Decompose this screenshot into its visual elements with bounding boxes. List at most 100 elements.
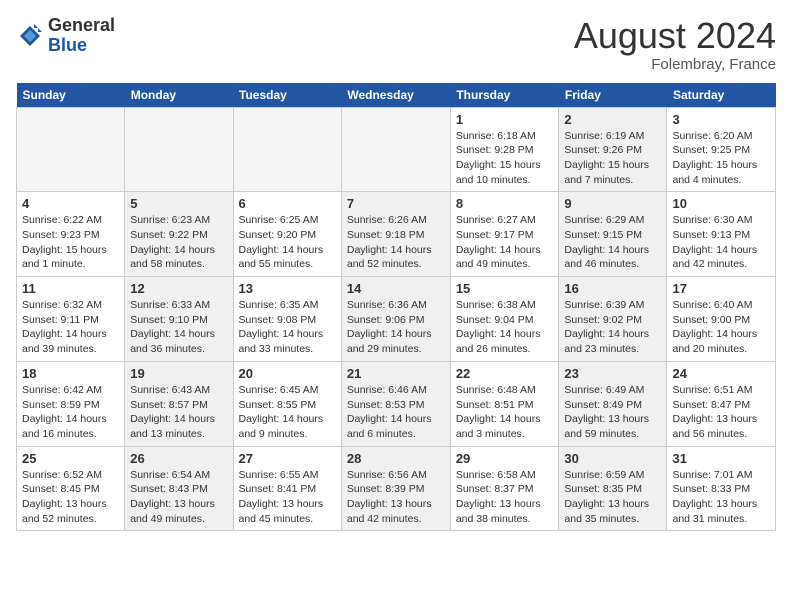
day-info: Sunrise: 6:36 AM Sunset: 9:06 PM Dayligh… <box>347 298 445 357</box>
calendar-cell: 7 Sunrise: 6:26 AM Sunset: 9:18 PM Daylig… <box>341 192 450 277</box>
weekday-header-tuesday: Tuesday <box>233 83 341 108</box>
day-number: 3 <box>672 112 770 127</box>
day-number: 29 <box>456 451 554 466</box>
calendar-cell: 30Sunrise: 6:59 AM Sunset: 8:35 PM Dayli… <box>559 446 667 531</box>
calendar-week-5: 25 Sunrise: 6:52 AM Sunset: 8:45 PM Dayli… <box>17 446 776 531</box>
location-subtitle: Folembray, France <box>574 56 776 73</box>
day-number: 10 <box>672 196 770 211</box>
day-info: Sunrise: 6:32 AM Sunset: 9:11 PM Dayligh… <box>22 298 119 357</box>
day-info: Sunrise: 6:23 AM Sunset: 9:22 PM Dayligh… <box>130 213 227 272</box>
day-number: 2 <box>564 112 661 127</box>
calendar-cell <box>17 107 125 192</box>
day-number: 21 <box>347 366 445 381</box>
day-number: 12 <box>130 281 227 296</box>
day-number: 16 <box>564 281 661 296</box>
day-number: 28 <box>347 451 445 466</box>
calendar-cell: 14 Sunrise: 6:36 AM Sunset: 9:06 PM Dayli… <box>341 277 450 362</box>
calendar-cell: 13 Sunrise: 6:35 AM Sunset: 9:08 PM Dayli… <box>233 277 341 362</box>
day-number: 17 <box>672 281 770 296</box>
calendar-cell: 1 Sunrise: 6:18 AM Sunset: 9:28 PM Daylig… <box>450 107 559 192</box>
calendar-week-1: 1 Sunrise: 6:18 AM Sunset: 9:28 PM Daylig… <box>17 107 776 192</box>
month-year-title: August 2024 <box>574 16 776 56</box>
day-number: 7 <box>347 196 445 211</box>
calendar-cell: 28 Sunrise: 6:56 AM Sunset: 8:39 PM Dayli… <box>341 446 450 531</box>
calendar-cell: 23 Sunrise: 6:49 AM Sunset: 8:49 PM Dayli… <box>559 361 667 446</box>
day-info: Sunrise: 6:51 AM Sunset: 8:47 PM Dayligh… <box>672 383 770 442</box>
calendar-cell <box>125 107 233 192</box>
calendar-cell: 25 Sunrise: 6:52 AM Sunset: 8:45 PM Dayli… <box>17 446 125 531</box>
weekday-header-saturday: Saturday <box>667 83 776 108</box>
day-number: 15 <box>456 281 554 296</box>
logo-blue-text: Blue <box>48 35 87 55</box>
day-number: 23 <box>564 366 661 381</box>
calendar-cell: 16 Sunrise: 6:39 AM Sunset: 9:02 PM Dayli… <box>559 277 667 362</box>
day-number: 22 <box>456 366 554 381</box>
day-info: Sunrise: 6:54 AM Sunset: 8:43 PM Dayligh… <box>130 468 227 527</box>
calendar-cell: 15 Sunrise: 6:38 AM Sunset: 9:04 PM Dayli… <box>450 277 559 362</box>
day-info: Sunrise: 6:38 AM Sunset: 9:04 PM Dayligh… <box>456 298 554 357</box>
logo-general-text: General <box>48 15 115 35</box>
calendar-table: SundayMondayTuesdayWednesdayThursdayFrid… <box>16 83 776 532</box>
day-info: Sunrise: 6:56 AM Sunset: 8:39 PM Dayligh… <box>347 468 445 527</box>
calendar-week-4: 18 Sunrise: 6:42 AM Sunset: 8:59 PM Dayli… <box>17 361 776 446</box>
day-number: 26 <box>130 451 227 466</box>
day-info: Sunrise: 6:33 AM Sunset: 9:10 PM Dayligh… <box>130 298 227 357</box>
day-info: Sunrise: 6:52 AM Sunset: 8:45 PM Dayligh… <box>22 468 119 527</box>
day-info: Sunrise: 6:22 AM Sunset: 9:23 PM Dayligh… <box>22 213 119 272</box>
calendar-cell: 3 Sunrise: 6:20 AM Sunset: 9:25 PM Daylig… <box>667 107 776 192</box>
day-info: Sunrise: 6:39 AM Sunset: 9:02 PM Dayligh… <box>564 298 661 357</box>
calendar-week-3: 11 Sunrise: 6:32 AM Sunset: 9:11 PM Dayli… <box>17 277 776 362</box>
day-number: 31 <box>672 451 770 466</box>
day-number: 30 <box>564 451 661 466</box>
day-number: 14 <box>347 281 445 296</box>
calendar-cell: 24Sunrise: 6:51 AM Sunset: 8:47 PM Dayli… <box>667 361 776 446</box>
day-number: 1 <box>456 112 554 127</box>
logo-icon <box>16 22 44 50</box>
day-info: Sunrise: 6:27 AM Sunset: 9:17 PM Dayligh… <box>456 213 554 272</box>
day-info: Sunrise: 6:35 AM Sunset: 9:08 PM Dayligh… <box>239 298 336 357</box>
calendar-cell: 11 Sunrise: 6:32 AM Sunset: 9:11 PM Dayli… <box>17 277 125 362</box>
day-number: 5 <box>130 196 227 211</box>
calendar-cell: 22Sunrise: 6:48 AM Sunset: 8:51 PM Dayli… <box>450 361 559 446</box>
calendar-cell: 8 Sunrise: 6:27 AM Sunset: 9:17 PM Daylig… <box>450 192 559 277</box>
weekday-header-monday: Monday <box>125 83 233 108</box>
page-header: General Blue August 2024 Folembray, Fran… <box>16 16 776 73</box>
day-number: 13 <box>239 281 336 296</box>
calendar-cell: 27Sunrise: 6:55 AM Sunset: 8:41 PM Dayli… <box>233 446 341 531</box>
day-info: Sunrise: 7:01 AM Sunset: 8:33 PM Dayligh… <box>672 468 770 527</box>
day-info: Sunrise: 6:58 AM Sunset: 8:37 PM Dayligh… <box>456 468 554 527</box>
calendar-cell: 26 Sunrise: 6:54 AM Sunset: 8:43 PM Dayli… <box>125 446 233 531</box>
calendar-cell: 6Sunrise: 6:25 AM Sunset: 9:20 PM Daylig… <box>233 192 341 277</box>
day-number: 25 <box>22 451 119 466</box>
calendar-cell: 4 Sunrise: 6:22 AM Sunset: 9:23 PM Daylig… <box>17 192 125 277</box>
day-info: Sunrise: 6:46 AM Sunset: 8:53 PM Dayligh… <box>347 383 445 442</box>
weekday-header-friday: Friday <box>559 83 667 108</box>
calendar-cell: 18 Sunrise: 6:42 AM Sunset: 8:59 PM Dayli… <box>17 361 125 446</box>
day-info: Sunrise: 6:26 AM Sunset: 9:18 PM Dayligh… <box>347 213 445 272</box>
day-info: Sunrise: 6:20 AM Sunset: 9:25 PM Dayligh… <box>672 129 770 188</box>
day-info: Sunrise: 6:49 AM Sunset: 8:49 PM Dayligh… <box>564 383 661 442</box>
day-number: 9 <box>564 196 661 211</box>
calendar-cell: 2 Sunrise: 6:19 AM Sunset: 9:26 PM Daylig… <box>559 107 667 192</box>
day-info: Sunrise: 6:40 AM Sunset: 9:00 PM Dayligh… <box>672 298 770 357</box>
calendar-cell: 31 Sunrise: 7:01 AM Sunset: 8:33 PM Dayli… <box>667 446 776 531</box>
day-info: Sunrise: 6:45 AM Sunset: 8:55 PM Dayligh… <box>239 383 336 442</box>
calendar-cell <box>341 107 450 192</box>
calendar-week-2: 4 Sunrise: 6:22 AM Sunset: 9:23 PM Daylig… <box>17 192 776 277</box>
day-info: Sunrise: 6:42 AM Sunset: 8:59 PM Dayligh… <box>22 383 119 442</box>
day-number: 18 <box>22 366 119 381</box>
calendar-cell: 21 Sunrise: 6:46 AM Sunset: 8:53 PM Dayli… <box>341 361 450 446</box>
calendar-cell: 29 Sunrise: 6:58 AM Sunset: 8:37 PM Dayli… <box>450 446 559 531</box>
title-block: August 2024 Folembray, France <box>574 16 776 73</box>
day-number: 11 <box>22 281 119 296</box>
weekday-header-thursday: Thursday <box>450 83 559 108</box>
day-number: 8 <box>456 196 554 211</box>
day-number: 4 <box>22 196 119 211</box>
calendar-cell: 17 Sunrise: 6:40 AM Sunset: 9:00 PM Dayli… <box>667 277 776 362</box>
day-info: Sunrise: 6:19 AM Sunset: 9:26 PM Dayligh… <box>564 129 661 188</box>
weekday-header-wednesday: Wednesday <box>341 83 450 108</box>
day-info: Sunrise: 6:18 AM Sunset: 9:28 PM Dayligh… <box>456 129 554 188</box>
day-number: 20 <box>239 366 336 381</box>
calendar-cell: 5 Sunrise: 6:23 AM Sunset: 9:22 PM Daylig… <box>125 192 233 277</box>
day-number: 6 <box>239 196 336 211</box>
